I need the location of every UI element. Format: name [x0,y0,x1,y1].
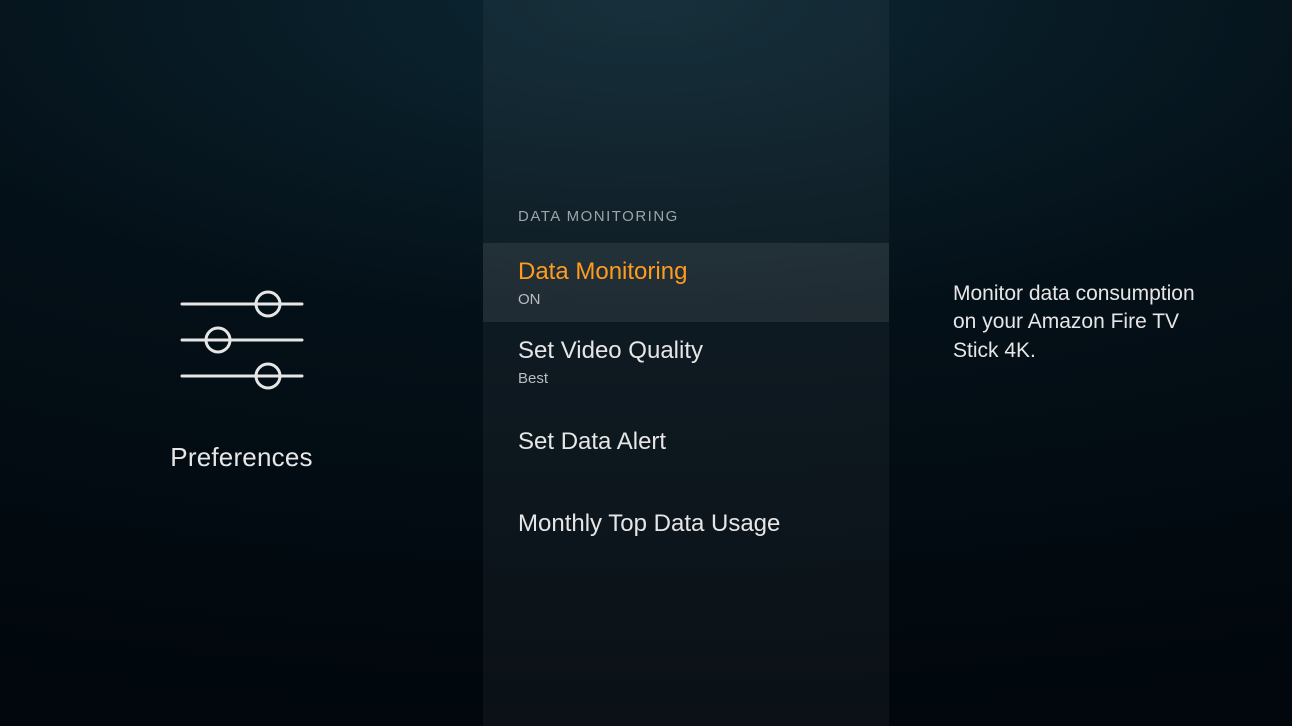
left-panel: Preferences [0,0,483,726]
left-panel-label: Preferences [170,442,312,473]
menu-item-set-data-alert[interactable]: Set Data Alert [483,401,889,483]
menu-item-sub: ON [518,291,854,308]
menu-item-title: Monthly Top Data Usage [518,509,854,539]
menu-panel: DATA MONITORING Data Monitoring ON Set V… [483,0,889,726]
menu-item-data-monitoring[interactable]: Data Monitoring ON [483,243,889,322]
menu-item-title: Set Video Quality [518,336,854,366]
menu-item-title: Data Monitoring [518,257,854,287]
help-panel: Monitor data consumption on your Amazon … [889,0,1292,726]
menu-item-title: Set Data Alert [518,427,854,457]
menu-item-monthly-top-data-usage[interactable]: Monthly Top Data Usage [483,483,889,565]
section-header: DATA MONITORING [483,208,889,243]
menu-item-sub: Best [518,370,854,387]
preferences-sliders-icon [172,278,312,398]
menu-item-set-video-quality[interactable]: Set Video Quality Best [483,322,889,401]
help-text: Monitor data consumption on your Amazon … [953,280,1222,365]
settings-screen: Preferences DATA MONITORING Data Monitor… [0,0,1292,726]
